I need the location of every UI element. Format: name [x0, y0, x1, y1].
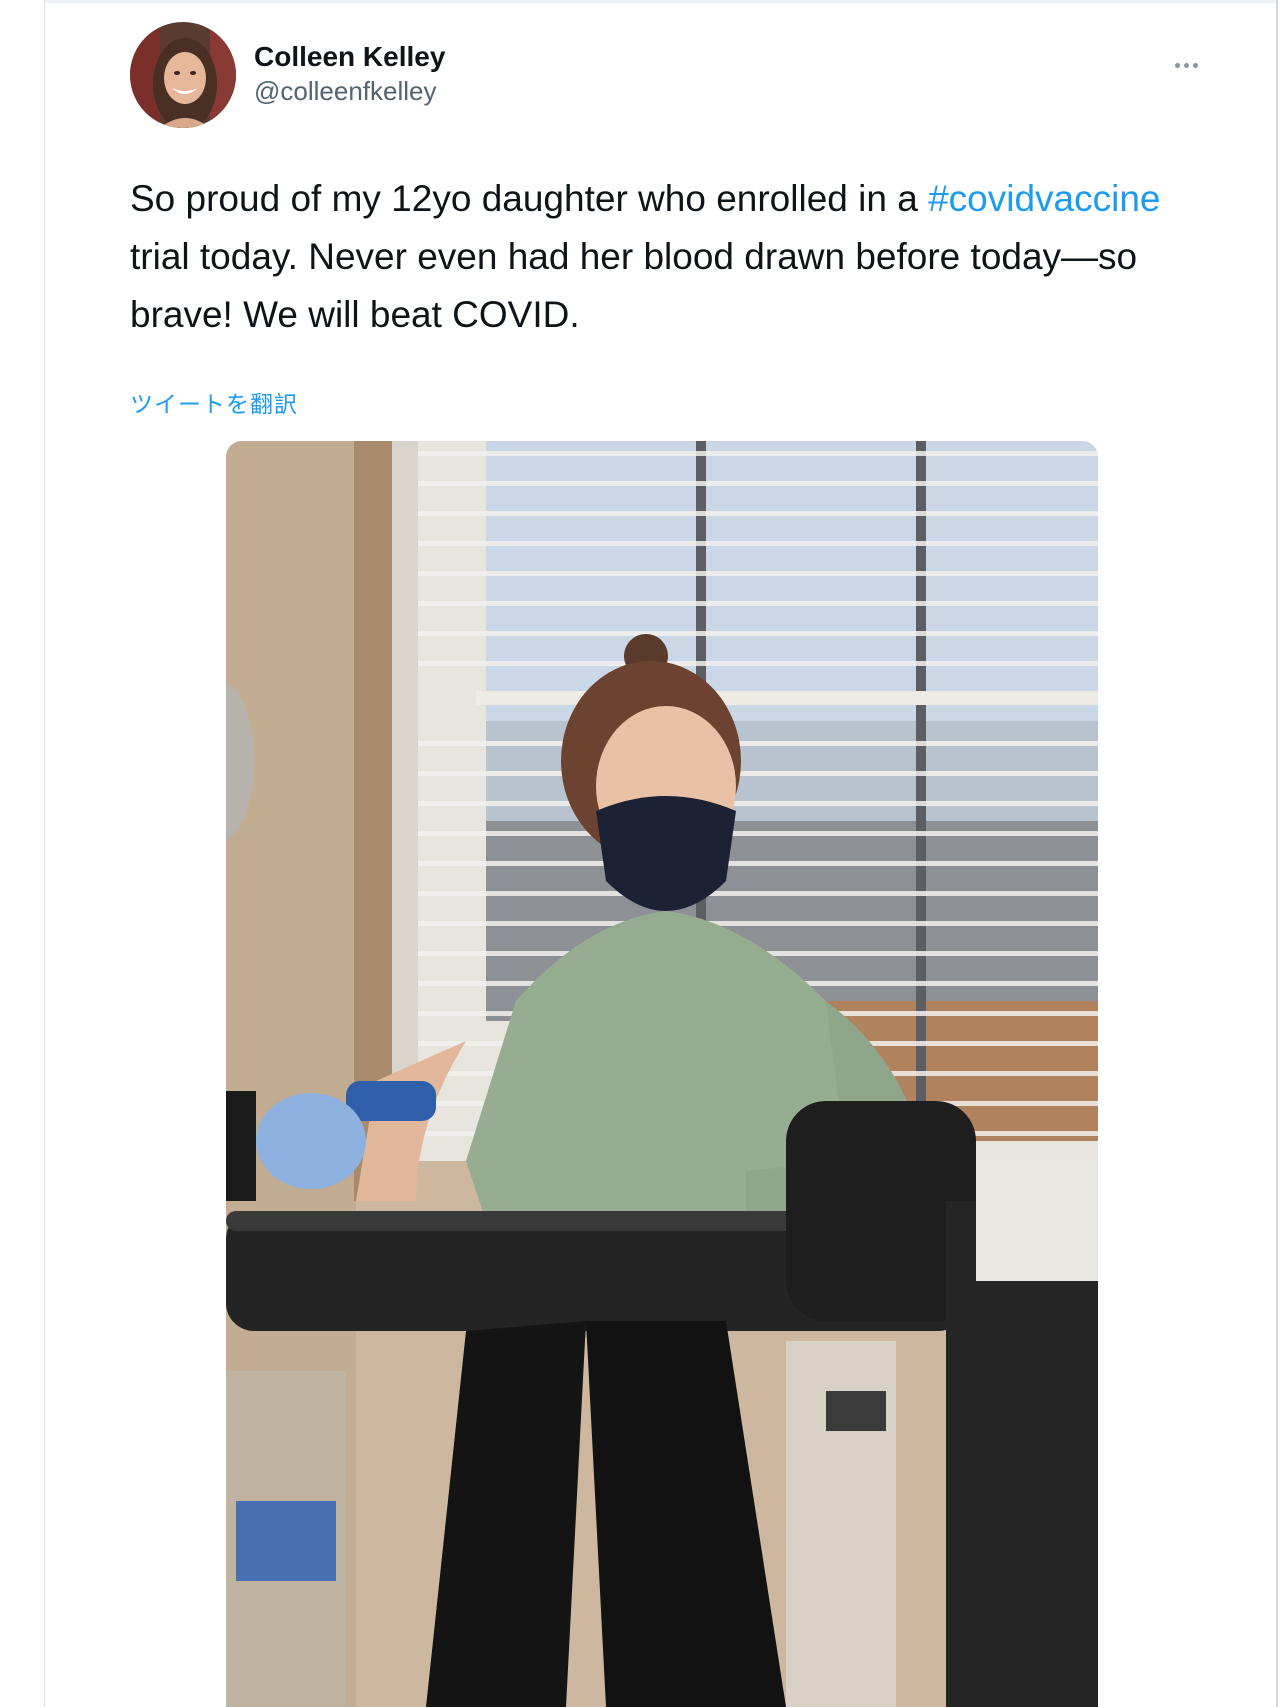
frame-left-border — [44, 0, 45, 1707]
tweet-text-part: So proud of my 12yo daughter who enrolle… — [130, 178, 929, 219]
tweet-photo[interactable] — [226, 441, 1098, 1707]
hashtag-link[interactable]: #covidvaccine — [928, 178, 1160, 219]
tweet-text-part: trial today. Never even had her blood dr… — [130, 236, 1138, 335]
more-horizontal-icon[interactable] — [1164, 47, 1208, 83]
author-names: Colleen Kelley @colleenfkelley — [254, 39, 445, 107]
frame-top-border — [44, 0, 1278, 3]
translate-tweet-link[interactable]: ツイートを翻訳 — [130, 385, 298, 419]
frame-right-border — [1276, 0, 1278, 1707]
avatar[interactable] — [130, 22, 236, 128]
more-dot — [1183, 62, 1189, 68]
more-dot — [1192, 62, 1198, 68]
tweet-text: So proud of my 12yo daughter who enrolle… — [130, 170, 1180, 344]
author-display-name[interactable]: Colleen Kelley — [254, 39, 445, 75]
author-handle[interactable]: @colleenfkelley — [254, 75, 445, 107]
more-dot — [1174, 62, 1180, 68]
tweet-header: Colleen Kelley @colleenfkelley — [130, 22, 1200, 128]
